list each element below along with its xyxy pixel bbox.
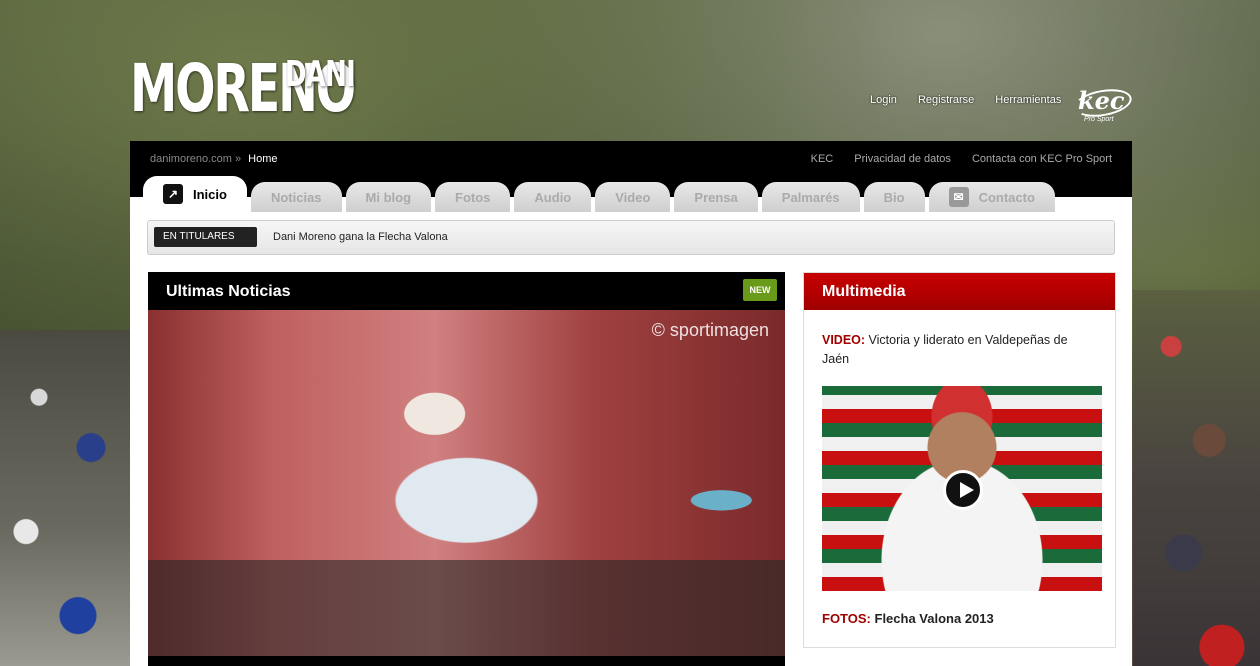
tab-bio[interactable]: Bio [863, 182, 925, 212]
tab-label: Contacto [978, 189, 1035, 205]
mail-icon: ✉ [948, 187, 969, 207]
privacy-link[interactable]: Privacidad de datos [854, 153, 951, 165]
tab-fotos[interactable]: Fotos [435, 182, 511, 212]
breadcrumb: danimoreno.com » Home [150, 153, 278, 165]
main-nav-tabs: ↗ Inicio Noticias Mi blog Fotos Audio Vi… [143, 176, 1059, 212]
tab-audio[interactable]: Audio [514, 182, 592, 212]
home-icon: ↗ [163, 184, 183, 204]
news-photo[interactable]: © sportimagen [148, 310, 785, 656]
utility-links: KEC Privacidad de datos Contacta con KEC… [793, 153, 1112, 165]
tools-link[interactable]: Herramientas [995, 94, 1061, 106]
play-icon[interactable] [943, 470, 983, 510]
main-content: EN TITULARES Dani Moreno gana la Flecha … [130, 197, 1132, 666]
tab-prensa[interactable]: Prensa [674, 182, 758, 212]
logo-name: DANI [285, 54, 356, 95]
breadcrumb-current: Home [248, 153, 278, 165]
tab-label: Fotos [455, 189, 491, 205]
ticker-headline[interactable]: Dani Moreno gana la Flecha Valona [273, 231, 448, 243]
news-title: Ultimas Noticias [166, 283, 291, 300]
tab-label: Video [615, 189, 651, 205]
tab-label: Mi blog [365, 189, 412, 205]
kec-link[interactable]: KEC [811, 153, 834, 165]
register-link[interactable]: Registrarse [918, 94, 974, 106]
latest-news-panel: Ultimas Noticias NEW © sportimagen [148, 272, 785, 666]
fotos-label: FOTOS: [822, 611, 871, 626]
tab-palmares[interactable]: Palmarés [761, 182, 860, 212]
breadcrumb-site[interactable]: danimoreno.com » [150, 153, 241, 165]
tab-label: Palmarés [781, 189, 840, 205]
tab-mi-blog[interactable]: Mi blog [345, 182, 432, 212]
tab-noticias[interactable]: Noticias [250, 182, 342, 212]
ticker-badge: EN TITULARES [154, 227, 257, 247]
tab-video[interactable]: Video [595, 182, 671, 212]
login-link[interactable]: Login [870, 94, 897, 106]
contact-kec-link[interactable]: Contacta con KEC Pro Sport [972, 153, 1112, 165]
kec-pro-sport-logo[interactable]: kec Pro Sport [1072, 85, 1134, 126]
photo-credit: © sportimagen [651, 320, 769, 340]
multimedia-panel: Multimedia VIDEO: Victoria y liderato en… [803, 272, 1116, 648]
tab-inicio[interactable]: ↗ Inicio [143, 176, 247, 212]
background-photo-left [0, 330, 130, 666]
new-badge: NEW [743, 279, 777, 301]
video-thumbnail[interactable] [822, 386, 1102, 591]
fotos-text: Flecha Valona 2013 [874, 611, 994, 626]
headline-ticker: EN TITULARES Dani Moreno gana la Flecha … [147, 220, 1115, 255]
photo-caption-overlay [148, 560, 785, 656]
multimedia-title: Multimedia [804, 273, 1115, 310]
tab-label: Inicio [193, 186, 227, 202]
header-links: Login Registrarse Herramientas [870, 94, 1079, 106]
fotos-headline[interactable]: FOTOS: Flecha Valona 2013 [822, 611, 994, 626]
video-label: VIDEO: [822, 333, 866, 347]
background-photo-right [1133, 290, 1260, 666]
video-headline[interactable]: VIDEO: Victoria y liderato en Valdepeñas… [822, 331, 1092, 369]
tab-label: Noticias [270, 189, 322, 205]
tab-contacto[interactable]: ✉ Contacto [928, 182, 1055, 212]
tab-label: Prensa [694, 189, 738, 205]
site-logo[interactable]: MORENO DANI [130, 50, 441, 127]
tab-label: Bio [883, 189, 905, 205]
tab-label: Audio [534, 189, 572, 205]
